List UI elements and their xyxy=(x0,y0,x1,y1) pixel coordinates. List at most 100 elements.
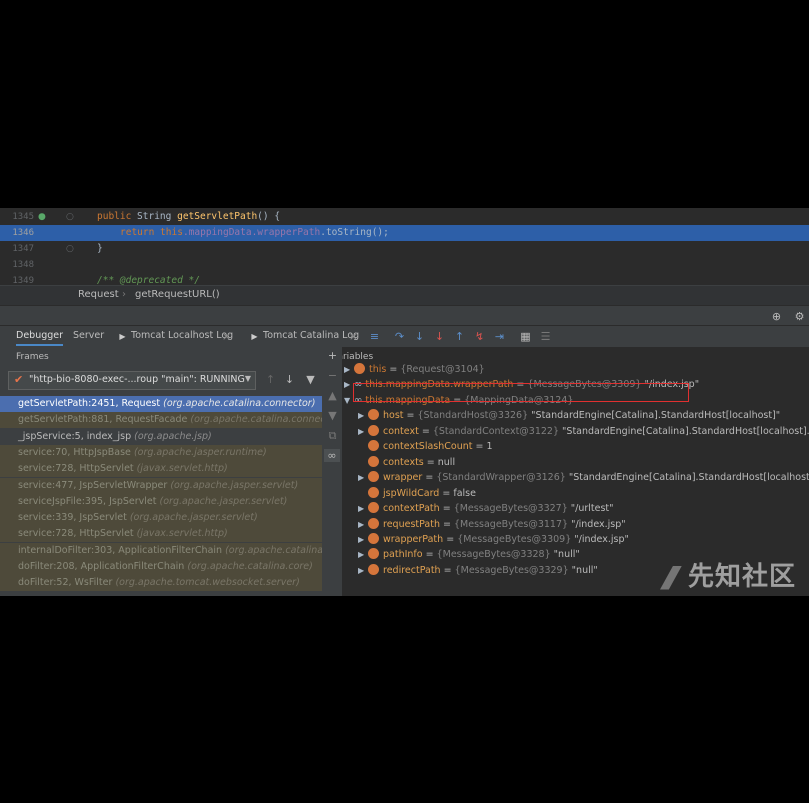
frame-row[interactable]: service:728, HttpServlet (javax.servlet.… xyxy=(0,526,322,543)
variable-row[interactable]: ▶ wrapperPath = {MessageBytes@3309} "/ind… xyxy=(358,532,629,547)
add-watch-icon[interactable]: + xyxy=(326,349,339,362)
expand-right-icon[interactable]: ▶ xyxy=(358,547,368,562)
step-over-icon[interactable]: ↷ xyxy=(393,330,406,343)
variable-type: {StandardHost@3326} xyxy=(417,410,529,422)
code-line: 1345 ● ○ public String getServletPath() … xyxy=(0,209,809,225)
frame-row[interactable]: service:728, HttpServlet (javax.servlet.… xyxy=(0,461,322,478)
tab-debugger[interactable]: Debugger xyxy=(16,330,64,346)
code-text: return this.mappingData.wrapperPath.toSt… xyxy=(120,227,389,238)
variable-value: "null" xyxy=(553,549,580,561)
equals-sign: = xyxy=(439,518,454,530)
frame-package: (org.apache.catalina.co xyxy=(225,544,323,556)
run-to-cursor-icon[interactable]: ⇥ xyxy=(493,330,506,343)
frame-row[interactable]: serviceJspFile:395, JspServlet (org.apac… xyxy=(0,493,322,510)
line-number: 1346 xyxy=(12,228,34,238)
equals-sign: = xyxy=(443,533,458,545)
menu-icon[interactable]: ≡ xyxy=(368,330,381,343)
expand-right-icon[interactable]: ▶ xyxy=(358,424,368,439)
equals-sign: = xyxy=(422,549,437,561)
variable-row[interactable]: contexts = null xyxy=(358,455,455,470)
frame-row[interactable]: getServletPath:881, RequestFacade (org.a… xyxy=(0,412,322,429)
expand-right-icon[interactable]: ▶ xyxy=(358,517,368,532)
expand-right-icon[interactable]: ▶ xyxy=(344,362,354,377)
frame-row[interactable]: internalDoFilter:303, ApplicationFilterC… xyxy=(0,542,323,559)
code-editor[interactable]: 1345 ● ○ public String getServletPath() … xyxy=(0,208,809,286)
variable-row[interactable]: ▶ pathInfo = {MessageBytes@3328} "null" xyxy=(358,547,580,562)
equals-sign: = xyxy=(422,472,437,484)
arrow-down-icon[interactable]: ↓ xyxy=(283,373,296,386)
equals-sign: = xyxy=(418,425,433,437)
field-icon xyxy=(368,440,379,452)
filter-icon[interactable]: ▼ xyxy=(304,373,317,386)
line-number: 1348 xyxy=(12,260,34,270)
variable-row[interactable]: jspWildCard = false xyxy=(358,486,476,501)
frame-row[interactable]: service:339, JspServlet (org.apache.jasp… xyxy=(0,510,322,527)
frame-row[interactable]: getServletPath:2451, Request (org.apache… xyxy=(0,396,322,412)
field-icon xyxy=(368,563,379,575)
override-gutter-icon[interactable]: ● xyxy=(38,212,46,222)
tab-server[interactable]: Server xyxy=(73,330,104,341)
variable-value: 1 xyxy=(486,441,493,453)
variable-name: wrapperPath xyxy=(383,533,444,545)
arrow-up-icon[interactable]: ↑ xyxy=(264,373,277,386)
copy-icon[interactable]: ⧉ xyxy=(326,429,339,442)
frame-row[interactable]: service:477, JspServletWrapper (org.apac… xyxy=(0,477,322,494)
variable-row[interactable]: ▶ redirectPath = {MessageBytes@3329} "nul… xyxy=(358,563,598,578)
step-out-icon[interactable]: ↑ xyxy=(453,330,466,343)
expand-right-icon[interactable]: ▶ xyxy=(358,408,368,423)
gear-icon[interactable]: ⚙ xyxy=(793,310,806,323)
variable-row[interactable]: ▶ wrapper = {StandardWrapper@3126} "Stand… xyxy=(358,470,809,485)
frame-package: (org.apache.tomcat.websocket.server) xyxy=(115,577,300,589)
frame-package: (org.apache.jasper.servlet) xyxy=(170,479,299,491)
debug-tabs-bar: Debugger Server ▶ Tomcat Localhost Log ×… xyxy=(0,325,809,348)
frames-title: Frames xyxy=(16,352,49,362)
frame-row[interactable]: _jspService:5, index_jsp (org.apache.jsp… xyxy=(0,429,322,445)
force-step-into-icon[interactable]: ↓ xyxy=(433,330,446,343)
code-text: public String getServletPath() { xyxy=(97,211,281,222)
log-tab-icon: ▶ xyxy=(251,332,258,341)
variable-name: host xyxy=(383,410,404,422)
watches-icon[interactable]: ∞ xyxy=(324,449,340,462)
frame-row[interactable]: doFilter:52, WsFilter (org.apache.tomcat… xyxy=(0,575,322,592)
watermark: 先知社区 xyxy=(660,556,796,593)
drop-frame-icon[interactable]: ↯ xyxy=(473,330,486,343)
move-up-icon[interactable]: ▲ xyxy=(326,389,339,402)
settings-gear-icon[interactable]: ⊕ xyxy=(770,310,783,323)
expand-right-icon[interactable]: ▶ xyxy=(358,563,368,578)
frame-row[interactable]: service:70, HttpJspBase (org.apache.jasp… xyxy=(0,444,322,461)
variable-row[interactable]: ▶ context = {StandardContext@3122} "Stand… xyxy=(358,424,809,439)
tab-tomcat-catalina-log[interactable]: Tomcat Catalina Log xyxy=(263,330,359,341)
variable-type: {MessageBytes@3328} xyxy=(436,549,551,561)
evaluate-table-icon[interactable]: ▦ xyxy=(519,330,532,343)
expand-right-icon[interactable]: ▶ xyxy=(358,501,368,516)
equals-sign: = xyxy=(440,564,455,576)
expand-right-icon[interactable]: ▶ xyxy=(358,532,368,547)
expand-right-icon[interactable]: ▶ xyxy=(358,470,368,485)
log-tab-icon: ▶ xyxy=(119,332,126,341)
variable-type: {MessageBytes@3327} xyxy=(453,503,568,515)
variable-value: "/index.jsp" xyxy=(571,518,626,530)
tab-tomcat-localhost-log[interactable]: Tomcat Localhost Log xyxy=(131,330,233,341)
breadcrumb-item[interactable]: getRequestURL() xyxy=(135,289,220,300)
move-down-icon[interactable]: ▼ xyxy=(326,409,339,422)
remove-icon[interactable]: − xyxy=(326,369,339,382)
variable-row[interactable]: ▶ host = {StandardHost@3326} "StandardEng… xyxy=(358,408,780,423)
close-icon[interactable]: × xyxy=(347,330,360,343)
thread-selector[interactable]: ✔ "http-bio-8080-exec-...roup "main": RU… xyxy=(8,371,256,390)
variable-name: jspWildCard xyxy=(383,487,440,499)
layout-icon[interactable]: ☰ xyxy=(539,330,552,343)
breadcrumb-item[interactable]: Request xyxy=(78,289,119,300)
breadcrumb: Request › getRequestURL() xyxy=(0,285,809,306)
frame-row[interactable]: doFilter:208, ApplicationFilterChain (or… xyxy=(0,559,322,575)
variable-row[interactable]: ▶ contextPath = {MessageBytes@3327} "/url… xyxy=(358,501,614,516)
step-into-icon[interactable]: ↓ xyxy=(413,330,426,343)
variable-row[interactable]: contextSlashCount = 1 xyxy=(358,439,493,454)
variable-value: "/urltest" xyxy=(570,503,614,515)
variable-row[interactable]: ▶ this = {Request@3104} xyxy=(344,362,485,377)
fold-icon[interactable]: ○ xyxy=(66,212,74,222)
variable-row[interactable]: ▶ requestPath = {MessageBytes@3117} "/ind… xyxy=(358,517,626,532)
variable-name: contextSlashCount xyxy=(383,441,473,453)
code-line: 1347 ○ } xyxy=(0,241,809,257)
close-icon[interactable]: × xyxy=(220,330,233,343)
fold-icon[interactable]: ○ xyxy=(66,244,74,254)
